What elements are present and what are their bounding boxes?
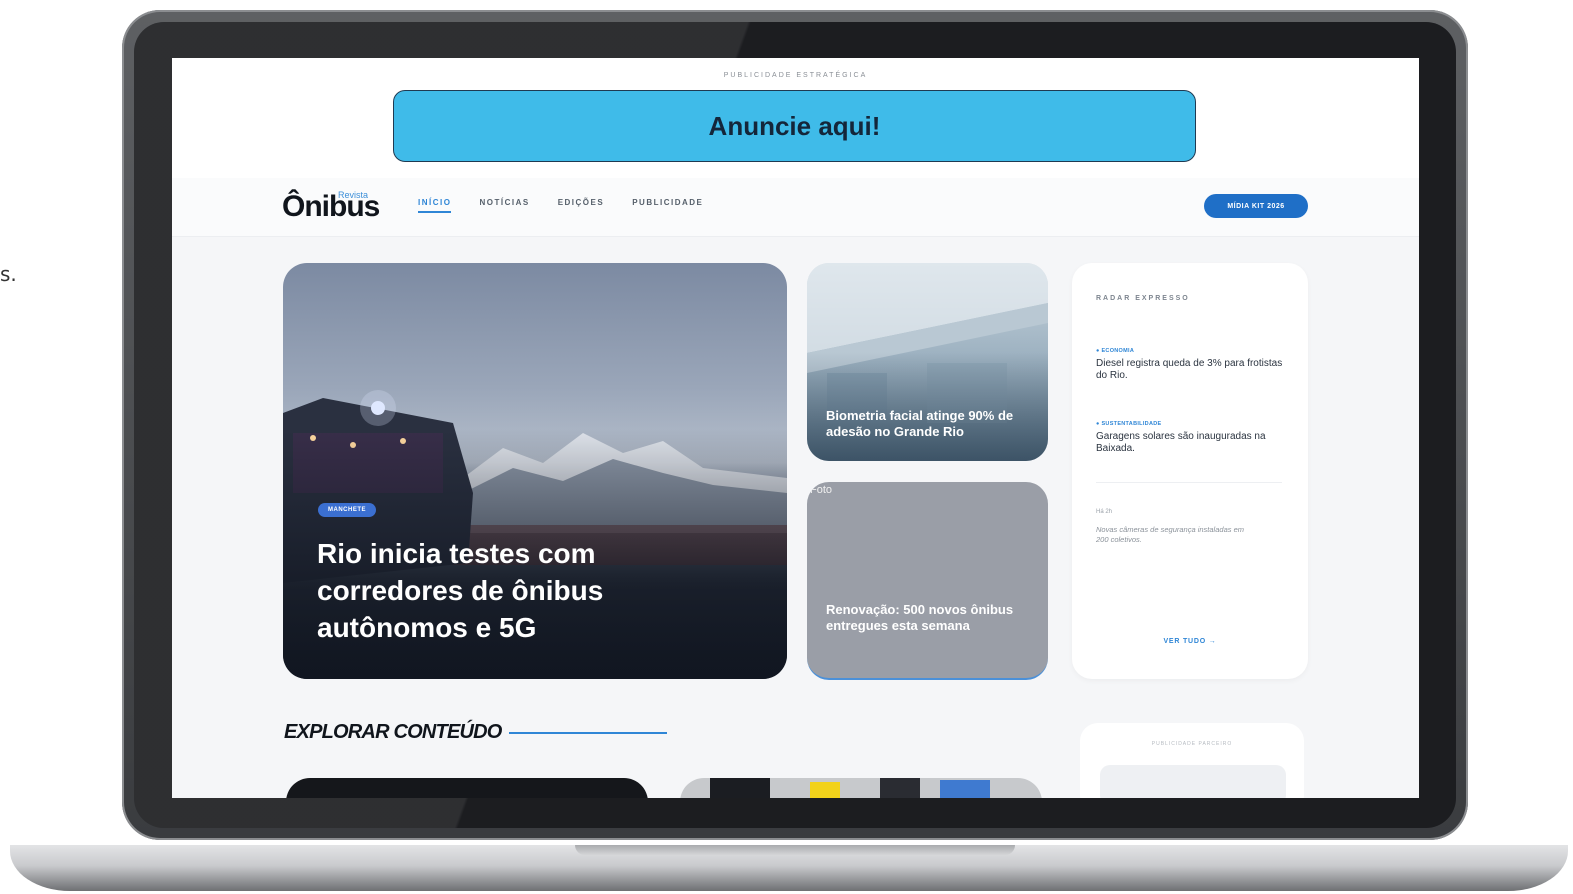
biometry-card-title: Biometria facial atinge 90% de adesão no… xyxy=(826,408,1014,439)
radar-timestamp: Há 2h xyxy=(1096,509,1113,515)
ad-strip: PUBLICIDADE ESTRATÉGICA Anuncie aqui! xyxy=(172,58,1419,178)
radar-title: RADAR EXPRESSO xyxy=(1096,295,1190,302)
nav-item-inicio[interactable]: INÍCIO xyxy=(418,198,452,213)
ad-label: PUBLICIDADE ESTRATÉGICA xyxy=(723,72,868,79)
website-screen: PUBLICIDADE ESTRATÉGICA Anuncie aqui! Ôn… xyxy=(172,58,1419,798)
radar-quote: Novas câmeras de segurança instaladas em… xyxy=(1096,525,1244,544)
content-thumbnail[interactable] xyxy=(286,778,648,798)
radar-item-sustainability[interactable]: ● SUSTENTABILIDADE Garagens solares são … xyxy=(1096,421,1292,455)
hero-title: Rio inicia testes com corredores de ônib… xyxy=(317,538,604,643)
hero-card[interactable]: MANCHETE Rio inicia testes com corredore… xyxy=(283,263,787,679)
radar-divider xyxy=(1096,482,1282,483)
laptop-base-notch xyxy=(575,845,1015,855)
see-all-link[interactable]: VER TUDO → xyxy=(1072,638,1308,645)
explore-title: EXPLORAR CONTEÚDO xyxy=(284,721,502,743)
ad-box-label: PUBLICIDADE PARCEIRO xyxy=(1151,741,1233,747)
card-gradient xyxy=(807,352,1048,461)
news-card-biometry[interactable]: Biometria facial atinge 90% de adesão no… xyxy=(807,263,1048,461)
content-thumbnail[interactable] xyxy=(680,778,1042,798)
nav-item-publicidade[interactable]: PUBLICIDADE xyxy=(632,198,703,213)
main-nav: INÍCIO NOTÍCIAS EDIÇÕES PUBLICIDADE xyxy=(418,198,703,213)
ad-box-slot[interactable] xyxy=(1100,765,1286,798)
radar-tag: ● ECONOMIA xyxy=(1096,348,1135,354)
media-kit-button[interactable]: MÍDIA KIT 2026 xyxy=(1204,194,1308,218)
stray-text-fragment: s. xyxy=(0,262,17,286)
explore-underline xyxy=(509,732,667,734)
radar-text: Diesel registra queda de 3% para frotist… xyxy=(1096,358,1283,381)
radar-item-economy[interactable]: ● ECONOMIA Diesel registra queda de 3% p… xyxy=(1096,348,1292,382)
radar-panel: RADAR EXPRESSO ● ECONOMIA Diesel registr… xyxy=(1072,263,1308,679)
renovation-card-title: Renovação: 500 novos ônibus entregues es… xyxy=(826,602,1014,633)
logo-subtitle: Revista xyxy=(338,190,369,200)
site-header: Ônibus Revista INÍCIO NOTÍCIAS EDIÇÕES P… xyxy=(172,178,1419,237)
broken-image-alt: Foto xyxy=(810,484,833,496)
radar-text: Garagens solares são inauguradas na Baix… xyxy=(1096,431,1266,454)
radar-tag: ● SUSTENTABILIDADE xyxy=(1096,421,1162,427)
hero-badge: MANCHETE xyxy=(318,503,376,517)
news-card-renovation[interactable]: Foto Renovação: 500 novos ônibus entregu… xyxy=(807,482,1048,680)
nav-item-noticias[interactable]: NOTÍCIAS xyxy=(479,198,529,213)
partner-ad-box: PUBLICIDADE PARCEIRO xyxy=(1080,723,1304,798)
thumbnail-image xyxy=(710,778,990,798)
nav-item-edicoes[interactable]: EDIÇÕES xyxy=(558,198,605,213)
site-logo[interactable]: Ônibus Revista xyxy=(282,190,380,226)
ad-banner-button[interactable]: Anuncie aqui! xyxy=(393,90,1196,162)
